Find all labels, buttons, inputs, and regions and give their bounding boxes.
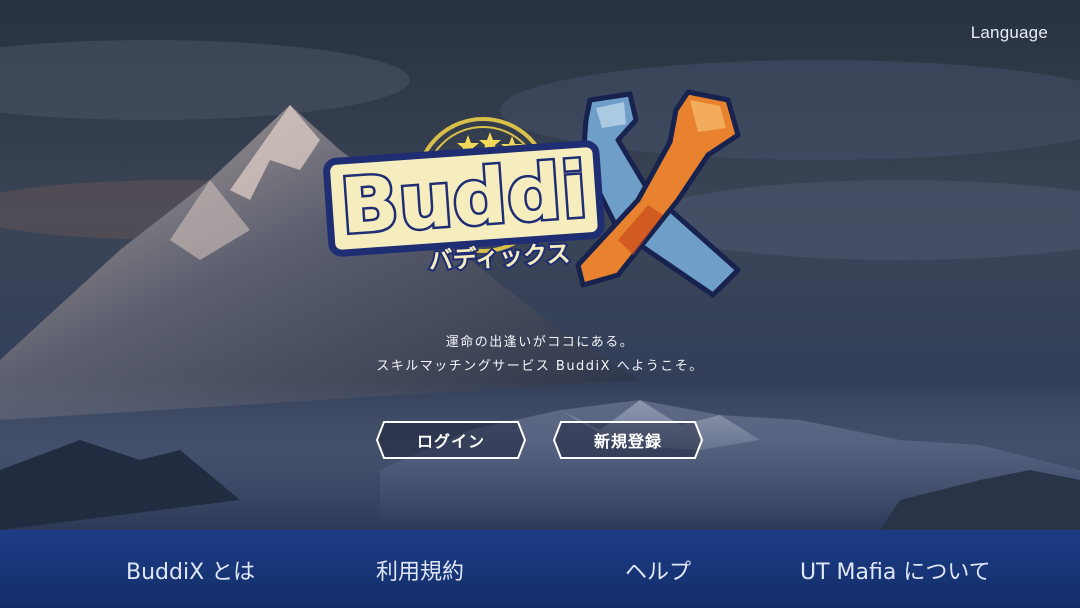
footer-link-ut-mafia[interactable]: UT Mafia について [800, 554, 991, 586]
login-button[interactable]: ログイン [374, 419, 528, 461]
language-selector[interactable]: Language [971, 23, 1048, 43]
logo-kana: バディックス [428, 240, 571, 275]
register-button[interactable]: 新規登録 [551, 419, 705, 461]
login-button-label: ログイン [416, 432, 485, 451]
footer-link-help[interactable]: ヘルプ [625, 554, 691, 586]
footer-link-terms[interactable]: 利用規約 [376, 554, 464, 586]
logo-wordmark: Buddi [338, 145, 590, 251]
footer-nav: BuddiX とは 利用規約 ヘルプ UT Mafia について [0, 530, 1080, 608]
register-button-label: 新規登録 [593, 432, 662, 451]
tagline-line-2: スキルマッチングサービス BuddiX へようこそ。 [376, 359, 704, 374]
buddix-logo: Buddi バディックス [323, 89, 741, 298]
tagline-line-1: 運命の出逢いがココにある。 [445, 335, 635, 350]
footer-link-about[interactable]: BuddiX とは [126, 554, 255, 586]
